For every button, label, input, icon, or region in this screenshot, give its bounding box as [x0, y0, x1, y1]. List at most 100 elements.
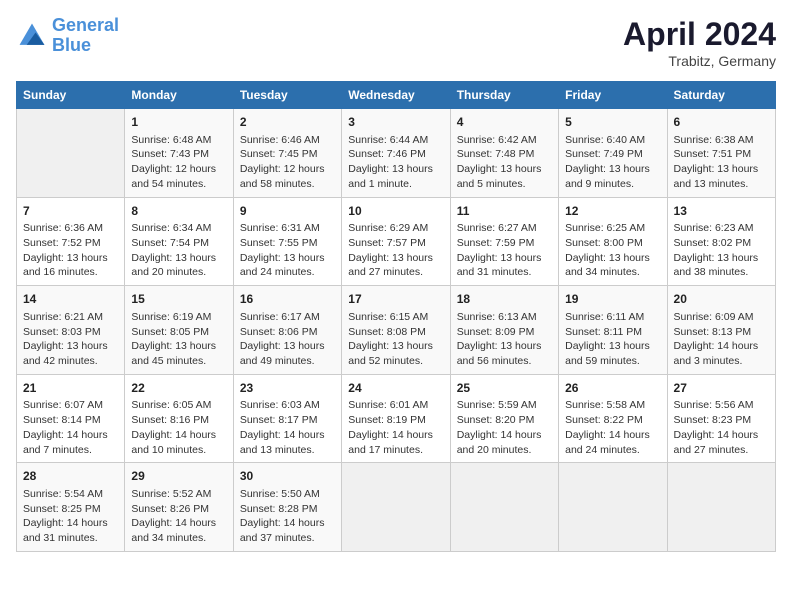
day-info: Sunrise: 6:23 AM Sunset: 8:02 PM Dayligh… [674, 221, 769, 280]
day-info: Sunrise: 6:25 AM Sunset: 8:00 PM Dayligh… [565, 221, 660, 280]
day-number: 5 [565, 114, 660, 131]
day-info: Sunrise: 5:54 AM Sunset: 8:25 PM Dayligh… [23, 487, 118, 546]
day-number: 29 [131, 468, 226, 485]
calendar-cell: 4Sunrise: 6:42 AM Sunset: 7:48 PM Daylig… [450, 109, 558, 198]
day-number: 28 [23, 468, 118, 485]
calendar-cell: 19 Sunrise: 6:11 AM Sunset: 8:11 PM Dayli… [559, 286, 667, 375]
day-number: 12 [565, 203, 660, 220]
day-info: Sunrise: 6:13 AM Sunset: 8:09 PM Dayligh… [457, 310, 552, 369]
logo-icon [16, 20, 48, 52]
location-subtitle: Trabitz, Germany [623, 53, 776, 69]
day-info: Sunrise: 5:50 AM Sunset: 8:28 PM Dayligh… [240, 487, 335, 546]
calendar-cell: 28 Sunrise: 5:54 AM Sunset: 8:25 PM Dayli… [17, 463, 125, 552]
calendar-cell: 26Sunrise: 5:58 AM Sunset: 8:22 PM Dayli… [559, 374, 667, 463]
calendar-cell: 27Sunrise: 5:56 AM Sunset: 8:23 PM Dayli… [667, 374, 775, 463]
week-row-5: 28 Sunrise: 5:54 AM Sunset: 8:25 PM Dayli… [17, 463, 776, 552]
header-row: Sunday Monday Tuesday Wednesday Thursday… [17, 82, 776, 109]
calendar-cell: 24Sunrise: 6:01 AM Sunset: 8:19 PM Dayli… [342, 374, 450, 463]
calendar-cell: 5 Sunrise: 6:40 AM Sunset: 7:49 PM Daylig… [559, 109, 667, 198]
page-header: General Blue April 2024 Trabitz, Germany [16, 16, 776, 69]
calendar-cell: 14 Sunrise: 6:21 AM Sunset: 8:03 PM Dayli… [17, 286, 125, 375]
calendar-cell: 6 Sunrise: 6:38 AM Sunset: 7:51 PM Daylig… [667, 109, 775, 198]
col-sunday: Sunday [17, 82, 125, 109]
day-info: Sunrise: 6:07 AM Sunset: 8:14 PM Dayligh… [23, 398, 118, 457]
day-number: 4 [457, 114, 552, 131]
day-info: Sunrise: 6:05 AM Sunset: 8:16 PM Dayligh… [131, 398, 226, 457]
day-number: 21 [23, 380, 118, 397]
calendar-cell [667, 463, 775, 552]
logo: General Blue [16, 16, 119, 56]
day-number: 18 [457, 291, 552, 308]
logo-text: General Blue [52, 16, 119, 56]
day-number: 14 [23, 291, 118, 308]
day-number: 15 [131, 291, 226, 308]
day-info: Sunrise: 6:31 AM Sunset: 7:55 PM Dayligh… [240, 221, 335, 280]
col-wednesday: Wednesday [342, 82, 450, 109]
day-number: 10 [348, 203, 443, 220]
day-number: 27 [674, 380, 769, 397]
day-number: 8 [131, 203, 226, 220]
calendar-cell: 20Sunrise: 6:09 AM Sunset: 8:13 PM Dayli… [667, 286, 775, 375]
day-info: Sunrise: 6:19 AM Sunset: 8:05 PM Dayligh… [131, 310, 226, 369]
day-number: 11 [457, 203, 552, 220]
calendar-cell: 30 Sunrise: 5:50 AM Sunset: 8:28 PM Dayli… [233, 463, 341, 552]
col-friday: Friday [559, 82, 667, 109]
col-monday: Monday [125, 82, 233, 109]
day-number: 13 [674, 203, 769, 220]
day-number: 23 [240, 380, 335, 397]
day-number: 6 [674, 114, 769, 131]
day-info: Sunrise: 6:21 AM Sunset: 8:03 PM Dayligh… [23, 310, 118, 369]
day-number: 24 [348, 380, 443, 397]
calendar-cell [17, 109, 125, 198]
day-number: 26 [565, 380, 660, 397]
day-info: Sunrise: 6:38 AM Sunset: 7:51 PM Dayligh… [674, 133, 769, 192]
calendar-cell: 9Sunrise: 6:31 AM Sunset: 7:55 PM Daylig… [233, 197, 341, 286]
title-block: April 2024 Trabitz, Germany [623, 16, 776, 69]
day-number: 30 [240, 468, 335, 485]
day-info: Sunrise: 5:56 AM Sunset: 8:23 PM Dayligh… [674, 398, 769, 457]
calendar-cell: 10Sunrise: 6:29 AM Sunset: 7:57 PM Dayli… [342, 197, 450, 286]
calendar-cell: 18 Sunrise: 6:13 AM Sunset: 8:09 PM Dayli… [450, 286, 558, 375]
logo-line1: General [52, 15, 119, 35]
day-number: 7 [23, 203, 118, 220]
calendar-cell: 11Sunrise: 6:27 AM Sunset: 7:59 PM Dayli… [450, 197, 558, 286]
calendar-cell: 15 Sunrise: 6:19 AM Sunset: 8:05 PM Dayli… [125, 286, 233, 375]
calendar-cell: 12Sunrise: 6:25 AM Sunset: 8:00 PM Dayli… [559, 197, 667, 286]
day-info: Sunrise: 6:11 AM Sunset: 8:11 PM Dayligh… [565, 310, 660, 369]
calendar-cell [559, 463, 667, 552]
day-info: Sunrise: 6:44 AM Sunset: 7:46 PM Dayligh… [348, 133, 443, 192]
calendar-cell: 16Sunrise: 6:17 AM Sunset: 8:06 PM Dayli… [233, 286, 341, 375]
calendar-cell: 29 Sunrise: 5:52 AM Sunset: 8:26 PM Dayli… [125, 463, 233, 552]
calendar-cell: 7Sunrise: 6:36 AM Sunset: 7:52 PM Daylig… [17, 197, 125, 286]
day-number: 20 [674, 291, 769, 308]
day-info: Sunrise: 6:36 AM Sunset: 7:52 PM Dayligh… [23, 221, 118, 280]
calendar-cell: 8Sunrise: 6:34 AM Sunset: 7:54 PM Daylig… [125, 197, 233, 286]
calendar-body: 1Sunrise: 6:48 AM Sunset: 7:43 PM Daylig… [17, 109, 776, 552]
day-info: Sunrise: 5:52 AM Sunset: 8:26 PM Dayligh… [131, 487, 226, 546]
calendar-header: Sunday Monday Tuesday Wednesday Thursday… [17, 82, 776, 109]
calendar-cell [342, 463, 450, 552]
day-number: 19 [565, 291, 660, 308]
day-number: 1 [131, 114, 226, 131]
calendar-cell: 23Sunrise: 6:03 AM Sunset: 8:17 PM Dayli… [233, 374, 341, 463]
week-row-4: 21Sunrise: 6:07 AM Sunset: 8:14 PM Dayli… [17, 374, 776, 463]
day-number: 3 [348, 114, 443, 131]
day-info: Sunrise: 6:29 AM Sunset: 7:57 PM Dayligh… [348, 221, 443, 280]
calendar-cell: 3 Sunrise: 6:44 AM Sunset: 7:46 PM Daylig… [342, 109, 450, 198]
day-info: Sunrise: 5:59 AM Sunset: 8:20 PM Dayligh… [457, 398, 552, 457]
col-tuesday: Tuesday [233, 82, 341, 109]
calendar-cell: 2Sunrise: 6:46 AM Sunset: 7:45 PM Daylig… [233, 109, 341, 198]
calendar-cell: 25Sunrise: 5:59 AM Sunset: 8:20 PM Dayli… [450, 374, 558, 463]
calendar-cell: 21Sunrise: 6:07 AM Sunset: 8:14 PM Dayli… [17, 374, 125, 463]
day-info: Sunrise: 6:40 AM Sunset: 7:49 PM Dayligh… [565, 133, 660, 192]
calendar-cell [450, 463, 558, 552]
week-row-1: 1Sunrise: 6:48 AM Sunset: 7:43 PM Daylig… [17, 109, 776, 198]
day-number: 17 [348, 291, 443, 308]
day-info: Sunrise: 6:01 AM Sunset: 8:19 PM Dayligh… [348, 398, 443, 457]
calendar-table: Sunday Monday Tuesday Wednesday Thursday… [16, 81, 776, 552]
week-row-2: 7Sunrise: 6:36 AM Sunset: 7:52 PM Daylig… [17, 197, 776, 286]
calendar-cell: 13Sunrise: 6:23 AM Sunset: 8:02 PM Dayli… [667, 197, 775, 286]
day-info: Sunrise: 6:27 AM Sunset: 7:59 PM Dayligh… [457, 221, 552, 280]
day-info: Sunrise: 6:03 AM Sunset: 8:17 PM Dayligh… [240, 398, 335, 457]
day-number: 16 [240, 291, 335, 308]
